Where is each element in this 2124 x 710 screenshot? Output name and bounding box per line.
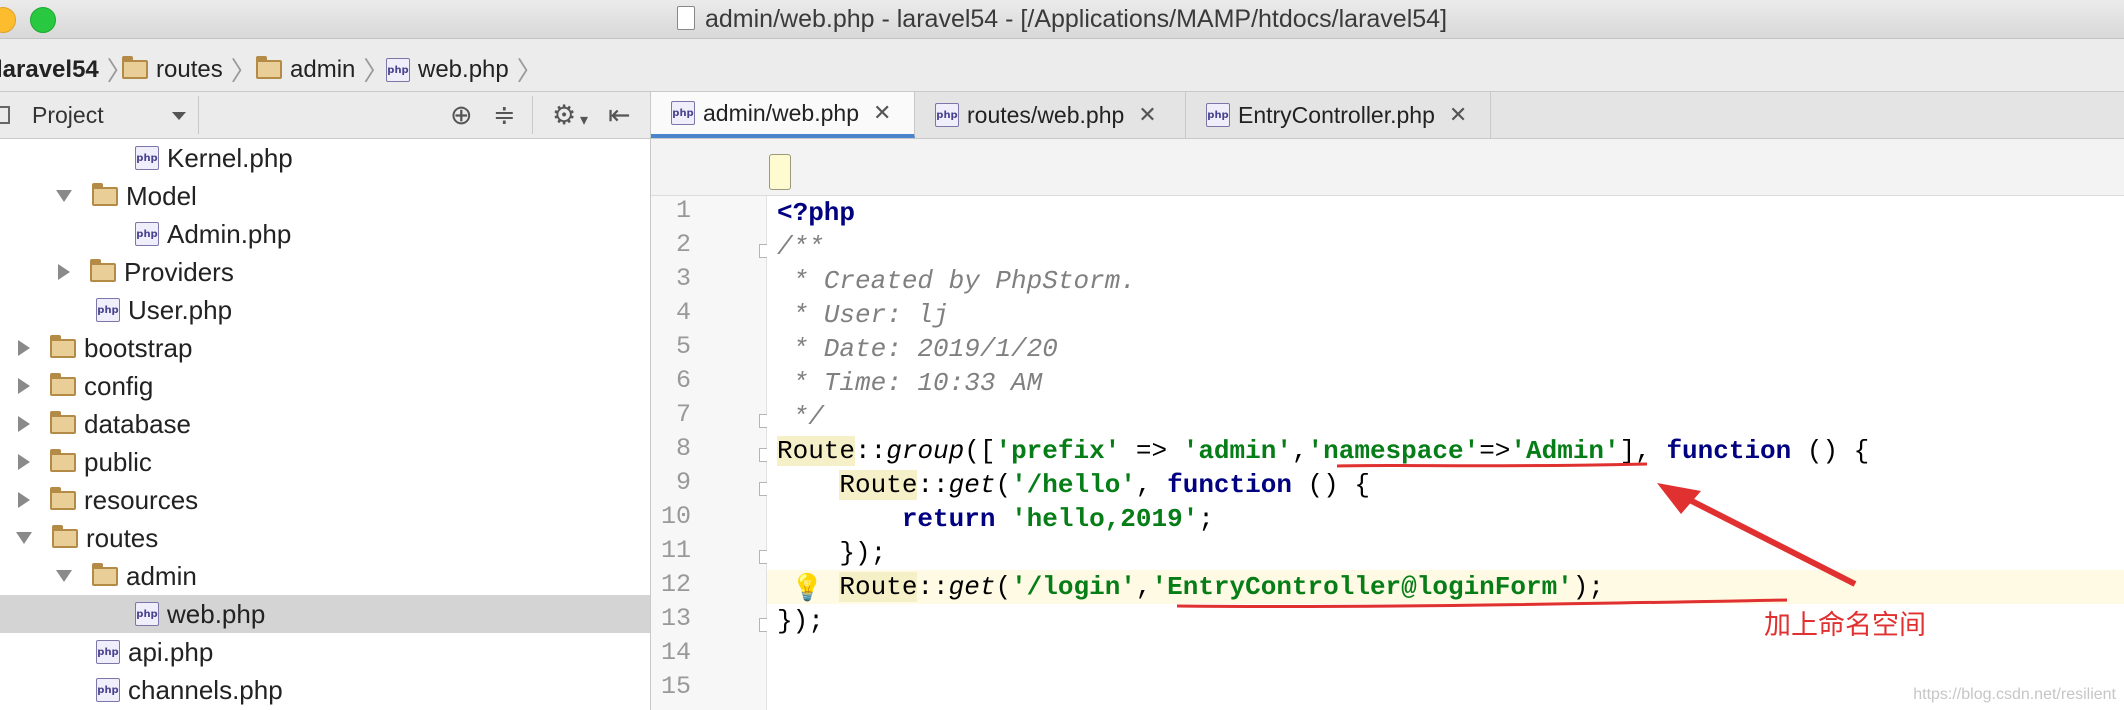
- editor-breadcrumb-strip: [651, 139, 2124, 196]
- tab-admin-web[interactable]: php admin/web.php ✕: [651, 92, 915, 138]
- breadcrumb-routes[interactable]: routes 〉: [122, 51, 257, 88]
- collapse-arrow-icon[interactable]: [18, 416, 30, 432]
- expand-arrow-icon[interactable]: [56, 570, 72, 582]
- php-file-icon: php: [386, 57, 410, 82]
- breadcrumb-file[interactable]: php web.php 〉: [386, 51, 543, 88]
- locate-icon[interactable]: ⊕: [450, 100, 473, 130]
- breadcrumb-project[interactable]: laravel54 〉: [0, 51, 133, 88]
- tree-item-database[interactable]: database: [0, 405, 650, 443]
- project-view-selector[interactable]: Project: [32, 102, 104, 129]
- line-number: 15: [660, 672, 691, 701]
- line-number: 10: [660, 502, 691, 531]
- close-icon[interactable]: ✕: [873, 100, 891, 126]
- arrow-shaft: [1670, 488, 1857, 587]
- tab-routes-web[interactable]: php routes/web.php ✕: [915, 92, 1186, 138]
- line-number: 13: [660, 604, 691, 633]
- navigation-bar: laravel54 〉 routes 〉 admin 〉 php web.php 〉: [0, 39, 2124, 92]
- tree-item-model[interactable]: Model: [0, 177, 650, 215]
- collapse-arrow-icon[interactable]: [18, 378, 30, 394]
- php-file-icon: php: [96, 298, 120, 322]
- folder-icon: [50, 486, 76, 510]
- tree-item-resources[interactable]: resources: [0, 481, 650, 519]
- hide-panel-icon[interactable]: ⇤: [608, 100, 631, 130]
- project-tree: php Kernel.php Model php Admin.php Provide…: [0, 139, 651, 710]
- tree-item-kernel[interactable]: php Kernel.php: [0, 139, 650, 177]
- editor-tab-bar: php admin/web.php ✕ php routes/web.php ✕ php…: [651, 92, 2124, 139]
- file-icon: [676, 6, 695, 30]
- annotation-text: 加上命名空间: [1764, 610, 1926, 641]
- php-file-icon: php: [96, 678, 120, 702]
- tree-item-public[interactable]: public: [0, 443, 650, 481]
- chevron-right-icon: 〉: [516, 56, 543, 86]
- php-file-icon: php: [671, 101, 695, 125]
- line-number: 4: [675, 298, 691, 327]
- php-file-icon: php: [1206, 103, 1230, 127]
- divider: [532, 96, 533, 134]
- tree-item-admin-php[interactable]: php Admin.php: [0, 215, 650, 253]
- editor-gutter: 1 2 3 4 5 6 7 8 9 10 11 12 13 14 15: [651, 196, 773, 710]
- expand-arrow-icon[interactable]: [56, 190, 72, 202]
- arrow-head-icon: [1657, 483, 1701, 514]
- folder-icon: [52, 524, 78, 548]
- folder-icon: [50, 334, 76, 358]
- line-number: 7: [675, 400, 691, 429]
- folder-icon: [90, 258, 116, 282]
- chevron-down-icon[interactable]: ▾: [580, 106, 588, 136]
- tree-item-admin-folder[interactable]: admin: [0, 557, 650, 595]
- folder-icon: [92, 182, 118, 206]
- tree-item-bootstrap[interactable]: bootstrap: [0, 329, 650, 367]
- line-number: 2: [675, 230, 691, 259]
- divider: [198, 96, 199, 134]
- folder-icon: [50, 410, 76, 434]
- line-number: 5: [675, 332, 691, 361]
- line-number: 6: [675, 366, 691, 395]
- folder-icon: [92, 562, 118, 586]
- line-number: 14: [660, 638, 691, 667]
- chevron-right-icon: 〉: [230, 56, 257, 86]
- gear-icon[interactable]: ⚙: [552, 100, 576, 130]
- underline-controller: [1176, 598, 1788, 609]
- php-file-icon: php: [135, 222, 159, 246]
- php-file-icon: php: [135, 146, 159, 170]
- close-icon[interactable]: ✕: [1449, 102, 1467, 128]
- collapse-arrow-icon[interactable]: [18, 492, 30, 508]
- collapse-arrow-icon[interactable]: [18, 340, 30, 356]
- title-bar: admin/web.php - laravel54 - [/Applicatio…: [0, 0, 2124, 39]
- project-toolbar: Project ⊕ ≑ ⚙ ▾ ⇤: [0, 92, 651, 139]
- php-file-icon: php: [135, 602, 159, 626]
- line-number: 11: [660, 536, 691, 565]
- line-number: 1: [675, 196, 691, 225]
- note-icon[interactable]: [769, 154, 791, 190]
- line-number: 8: [675, 434, 691, 463]
- chevron-down-icon[interactable]: [172, 112, 186, 120]
- tree-item-config[interactable]: config: [0, 367, 650, 405]
- tree-item-web-php[interactable]: php web.php: [0, 595, 650, 633]
- folder-icon: [122, 56, 148, 79]
- tree-item-api[interactable]: php api.php: [0, 633, 650, 671]
- line-number: 3: [675, 264, 691, 293]
- tree-item-user[interactable]: php User.php: [0, 291, 650, 329]
- folder-icon: [50, 448, 76, 472]
- underline-namespace: [1336, 462, 1648, 468]
- breadcrumb-admin[interactable]: admin 〉: [256, 51, 389, 88]
- window-title: admin/web.php - laravel54 - [/Applicatio…: [0, 5, 2124, 34]
- php-file-icon: php: [96, 640, 120, 664]
- collapse-all-icon[interactable]: ≑: [493, 100, 516, 130]
- project-icon: [0, 106, 10, 124]
- folder-icon: [50, 372, 76, 396]
- close-icon[interactable]: ✕: [1138, 102, 1156, 128]
- line-number: 9: [675, 468, 691, 497]
- collapse-arrow-icon[interactable]: [58, 264, 70, 280]
- tree-item-channels[interactable]: php channels.php: [0, 671, 650, 709]
- folder-icon: [256, 56, 282, 79]
- tree-item-providers[interactable]: Providers: [0, 253, 650, 291]
- tree-item-routes[interactable]: routes: [0, 519, 650, 557]
- tab-entry-controller[interactable]: php EntryController.php ✕: [1186, 92, 1491, 138]
- collapse-arrow-icon[interactable]: [18, 454, 30, 470]
- php-file-icon: php: [935, 103, 959, 127]
- expand-arrow-icon[interactable]: [16, 532, 32, 544]
- line-number: 12: [660, 570, 691, 599]
- watermark: https://blog.csdn.net/resilient: [1913, 686, 2116, 703]
